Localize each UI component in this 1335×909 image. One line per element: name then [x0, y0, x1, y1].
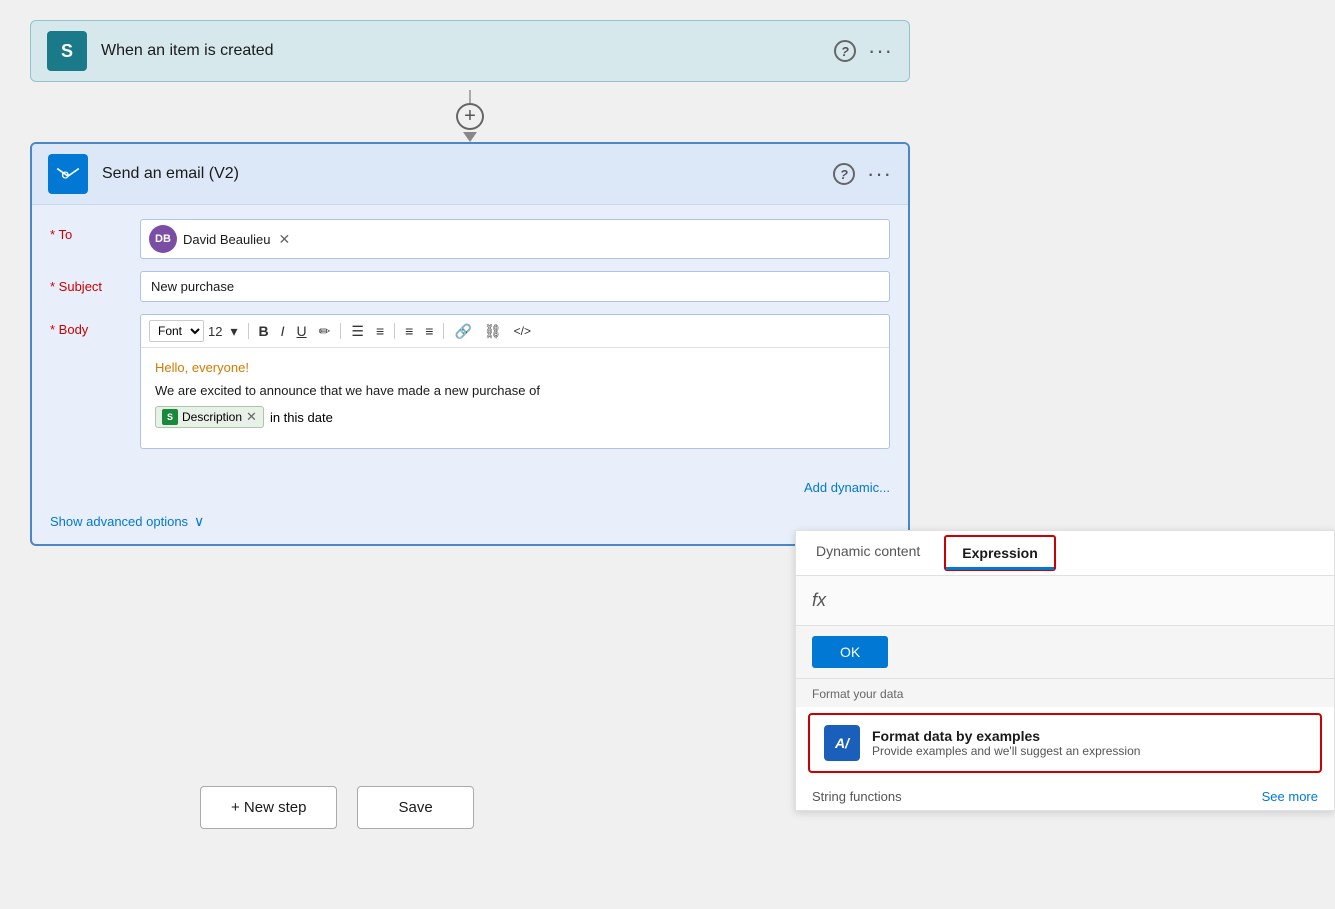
to-label: To [50, 219, 140, 242]
add-step-button[interactable]: + [456, 103, 484, 130]
bold-button[interactable]: B [255, 321, 273, 341]
body-row: Body Font 12 ▾ B I U ✏ [50, 314, 890, 449]
format-card[interactable]: A/ Format data by examples Provide examp… [808, 713, 1322, 773]
align-center-button[interactable]: ≡ [421, 321, 437, 341]
advanced-options[interactable]: Show advanced options ∨ [32, 505, 908, 544]
to-row: To DB David Beaulieu ✕ [50, 219, 890, 259]
description-chip: S Description ✕ [155, 406, 264, 428]
ok-button[interactable]: OK [812, 636, 888, 668]
font-size-dropdown[interactable]: ▾ [226, 321, 241, 342]
inline-text: in this date [270, 410, 333, 425]
trigger-icon: S [47, 31, 87, 71]
body-label: Body [50, 314, 140, 337]
email-card-title: Send an email (V2) [102, 165, 833, 183]
see-more-link[interactable]: See more [1262, 789, 1318, 804]
subject-label: Subject [50, 271, 140, 294]
string-functions-row: String functions See more [796, 779, 1334, 810]
expression-area: fx [796, 576, 1334, 626]
format-icon: A/ [824, 725, 860, 761]
align-left-button[interactable]: ≡ [401, 321, 417, 341]
subject-row: Subject New purchase [50, 271, 890, 302]
email-more-options-button[interactable]: ··· [867, 161, 892, 187]
italic-button[interactable]: I [277, 321, 289, 341]
expression-input[interactable] [838, 593, 1318, 609]
sp-chip-icon: S [162, 409, 178, 425]
help-icon[interactable]: ? [834, 40, 856, 62]
sep3 [394, 323, 395, 339]
subject-input-wrap: New purchase [140, 271, 890, 302]
font-select[interactable]: Font [149, 320, 204, 342]
advanced-options-label: Show advanced options [50, 514, 188, 529]
format-card-title: Format data by examples [872, 728, 1140, 744]
connector: + [30, 82, 910, 142]
editor-content[interactable]: Hello, everyone! We are excited to annou… [141, 348, 889, 448]
to-field[interactable]: DB David Beaulieu ✕ [140, 219, 890, 259]
new-step-button[interactable]: + New step [200, 786, 337, 829]
email-header-actions: ? ··· [833, 161, 892, 187]
avatar: DB [149, 225, 177, 253]
sep4 [443, 323, 444, 339]
trigger-title: When an item is created [101, 42, 834, 60]
body-line2: We are excited to announce that we have … [155, 383, 875, 398]
body-input-wrap: Font 12 ▾ B I U ✏ ☰ ≡ [140, 314, 890, 449]
add-dynamic-link[interactable]: Add dynamic... [804, 480, 890, 495]
numbered-list-button[interactable]: ≡ [372, 321, 388, 341]
svg-text:O: O [62, 170, 70, 181]
outlook-svg: O [55, 161, 81, 187]
ok-area: OK [796, 626, 1334, 679]
trigger-card: S When an item is created ? ··· [30, 20, 910, 82]
format-section-label: Format your data [796, 679, 1334, 707]
chip-remove-button[interactable]: ✕ [246, 409, 257, 425]
panel-tabs: Dynamic content Expression [796, 531, 1334, 576]
sep2 [340, 323, 341, 339]
save-button[interactable]: Save [357, 786, 473, 829]
email-help-icon[interactable]: ? [833, 163, 855, 185]
bullet-list-button[interactable]: ☰ [347, 321, 368, 342]
body-greeting: Hello, everyone! [155, 360, 875, 375]
underline-button[interactable]: U [293, 321, 311, 341]
to-input-wrap: DB David Beaulieu ✕ [140, 219, 890, 259]
toolbar: Font 12 ▾ B I U ✏ ☰ ≡ [141, 315, 889, 348]
bottom-actions: + New step Save [200, 786, 474, 829]
subject-input[interactable]: New purchase [140, 271, 890, 302]
format-info: Format data by examples Provide examples… [872, 728, 1140, 758]
font-size-display: 12 [208, 324, 222, 339]
form-body: To DB David Beaulieu ✕ Subject New purch… [32, 205, 908, 475]
unlink-button[interactable]: ⛓ [480, 321, 506, 342]
connector-line-top [469, 90, 471, 103]
chip-name: David Beaulieu [183, 232, 270, 247]
outlook-icon: O [48, 154, 88, 194]
right-panel: Dynamic content Expression fx OK Format … [795, 530, 1335, 811]
highlight-button[interactable]: ✏ [315, 321, 335, 342]
format-card-description: Provide examples and we'll suggest an ex… [872, 744, 1140, 758]
chip-label: Description [182, 410, 242, 424]
tab-dynamic-content[interactable]: Dynamic content [796, 531, 940, 575]
link-button[interactable]: 🔗 [450, 321, 475, 342]
email-card: O Send an email (V2) ? ··· To DB David B… [30, 142, 910, 546]
tab-expression[interactable]: Expression [944, 535, 1055, 571]
sharepoint-icon: S [61, 41, 73, 62]
format-icon-text: A/ [835, 735, 849, 751]
string-functions-label: String functions [812, 789, 902, 804]
fx-icon: fx [812, 590, 826, 611]
code-button[interactable]: </> [510, 322, 535, 340]
trigger-actions: ? ··· [834, 38, 893, 64]
more-options-button[interactable]: ··· [868, 38, 893, 64]
chip-close-button[interactable]: ✕ [278, 231, 290, 248]
body-editor[interactable]: Font 12 ▾ B I U ✏ ☰ ≡ [140, 314, 890, 449]
connector-arrow [463, 132, 477, 142]
flow-area: S When an item is created ? ··· + O Send… [0, 0, 900, 909]
sep1 [248, 323, 249, 339]
body-inline-row: S Description ✕ in this date [155, 406, 875, 428]
chevron-down-icon: ∨ [194, 513, 204, 530]
email-card-header: O Send an email (V2) ? ··· [32, 144, 908, 205]
add-dynamic-area: Add dynamic... [32, 475, 908, 505]
